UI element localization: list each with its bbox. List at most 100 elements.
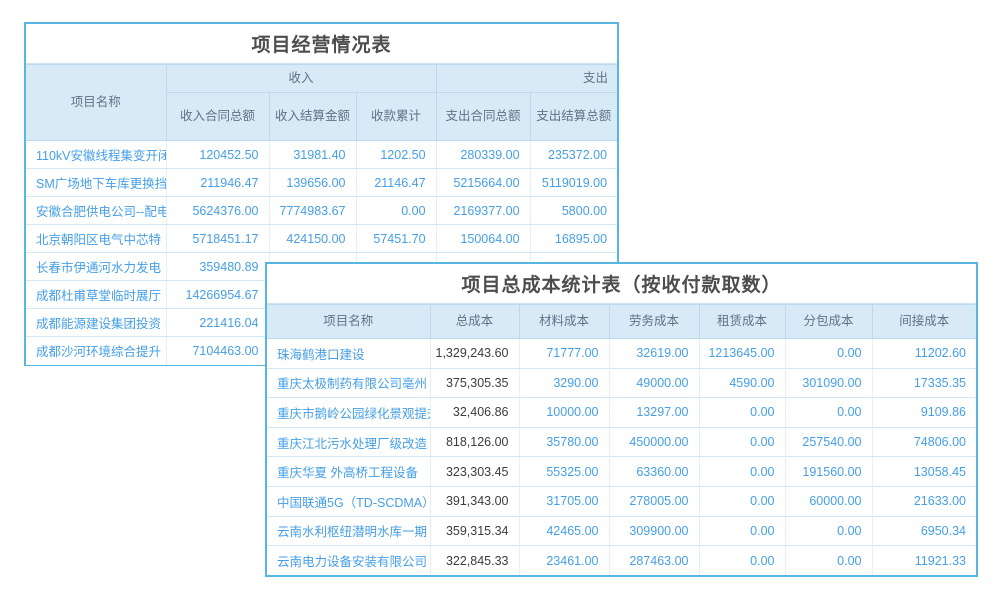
value-cell: 9109.86	[872, 398, 976, 428]
value-cell: 150064.00	[436, 225, 530, 253]
cost-report-panel: 项目总成本统计表（按收付款取数） 项目名称 总成本 材料成本 劳务成本 租赁成本…	[265, 262, 978, 577]
value-cell: 5718451.17	[166, 225, 269, 253]
value-cell: 280339.00	[436, 141, 530, 169]
value-cell: 375,305.35	[430, 368, 519, 398]
value-cell: 0.00	[356, 197, 436, 225]
column-header-labor-cost: 劳务成本	[609, 305, 699, 339]
table-row[interactable]: 云南电力设备安装有限公司322,845.3323461.00287463.000…	[267, 546, 976, 576]
column-group-income: 收入	[166, 65, 436, 93]
value-cell: 0.00	[785, 398, 872, 428]
value-cell: 71777.00	[519, 339, 609, 369]
value-cell: 10000.00	[519, 398, 609, 428]
project-name-cell: 北京朝阳区电气中芯特	[26, 225, 166, 253]
project-name-cell: 110kV安徽线程集变开闭	[26, 141, 166, 169]
table-row[interactable]: 云南水利枢纽潜明水库一期359,315.3442465.00309900.000…	[267, 516, 976, 546]
project-name-cell: 成都沙河环境综合提升	[26, 337, 166, 365]
value-cell: 0.00	[699, 398, 785, 428]
value-cell: 1202.50	[356, 141, 436, 169]
value-cell: 11921.33	[872, 546, 976, 576]
table-row[interactable]: 中国联通5G（TD-SCDMA）391,343.0031705.00278005…	[267, 486, 976, 516]
value-cell: 32619.00	[609, 339, 699, 369]
value-cell: 309900.00	[609, 516, 699, 546]
value-cell: 7774983.67	[269, 197, 356, 225]
value-cell: 42465.00	[519, 516, 609, 546]
table-row[interactable]: 重庆江北污水处理厂级改造818,126.0035780.00450000.000…	[267, 427, 976, 457]
value-cell: 359480.89	[166, 253, 269, 281]
value-cell: 0.00	[785, 516, 872, 546]
value-cell: 3290.00	[519, 368, 609, 398]
project-name-cell: 珠海鹤港口建设	[267, 339, 430, 369]
value-cell: 17335.35	[872, 368, 976, 398]
report-canvas: 项目经营情况表 项目名称 收入 支出 收入合同总额 收入结算金额 收款累计 支出…	[0, 0, 1000, 600]
value-cell: 5215664.00	[436, 169, 530, 197]
project-name-cell: 成都杜甫草堂临时展厅	[26, 281, 166, 309]
value-cell: 63360.00	[609, 457, 699, 487]
column-header-indirect-cost: 间接成本	[872, 305, 976, 339]
table-row[interactable]: 重庆太极制药有限公司亳州375,305.353290.0049000.00459…	[267, 368, 976, 398]
table-row[interactable]: 北京朝阳区电气中芯特5718451.17424150.0057451.70150…	[26, 225, 617, 253]
value-cell: 278005.00	[609, 486, 699, 516]
value-cell: 424150.00	[269, 225, 356, 253]
value-cell: 221416.04	[166, 309, 269, 337]
column-header-subcontract-cost: 分包成本	[785, 305, 872, 339]
value-cell: 0.00	[699, 516, 785, 546]
project-name-cell: SM广场地下车库更换挡	[26, 169, 166, 197]
project-name-cell: 安徽合肥供电公司--配电	[26, 197, 166, 225]
value-cell: 13297.00	[609, 398, 699, 428]
value-cell: 21146.47	[356, 169, 436, 197]
value-cell: 359,315.34	[430, 516, 519, 546]
value-cell: 13058.45	[872, 457, 976, 487]
column-header-total-cost: 总成本	[430, 305, 519, 339]
column-header-expense-contract-total: 支出合同总额	[436, 93, 530, 141]
value-cell: 323,303.45	[430, 457, 519, 487]
value-cell: 57451.70	[356, 225, 436, 253]
value-cell: 0.00	[699, 546, 785, 576]
value-cell: 301090.00	[785, 368, 872, 398]
value-cell: 450000.00	[609, 427, 699, 457]
cost-table-header: 项目名称 总成本 材料成本 劳务成本 租赁成本 分包成本 间接成本	[267, 305, 976, 339]
value-cell: 6950.34	[872, 516, 976, 546]
column-header-project-name: 项目名称	[26, 65, 166, 141]
value-cell: 4590.00	[699, 368, 785, 398]
value-cell: 1,329,243.60	[430, 339, 519, 369]
project-name-cell: 重庆江北污水处理厂级改造	[267, 427, 430, 457]
value-cell: 16895.00	[530, 225, 617, 253]
project-name-cell: 长春市伊通河水力发电	[26, 253, 166, 281]
value-cell: 0.00	[699, 427, 785, 457]
value-cell: 5800.00	[530, 197, 617, 225]
value-cell: 1213645.00	[699, 339, 785, 369]
value-cell: 322,845.33	[430, 546, 519, 576]
table-row[interactable]: 安徽合肥供电公司--配电5624376.007774983.670.002169…	[26, 197, 617, 225]
column-header-expense-settlement-total: 支出结算总额	[530, 93, 617, 141]
table-row[interactable]: 重庆华夏 外高桥工程设备323,303.4555325.0063360.000.…	[267, 457, 976, 487]
value-cell: 5624376.00	[166, 197, 269, 225]
value-cell: 0.00	[785, 339, 872, 369]
column-header-rental-cost: 租赁成本	[699, 305, 785, 339]
value-cell: 49000.00	[609, 368, 699, 398]
value-cell: 191560.00	[785, 457, 872, 487]
project-name-cell: 重庆市鹅岭公园绿化景观提升	[267, 398, 430, 428]
value-cell: 7104463.00	[166, 337, 269, 365]
column-header-material-cost: 材料成本	[519, 305, 609, 339]
value-cell: 120452.50	[166, 141, 269, 169]
project-name-cell: 云南水利枢纽潜明水库一期	[267, 516, 430, 546]
value-cell: 0.00	[785, 546, 872, 576]
table-row[interactable]: 110kV安徽线程集变开闭120452.5031981.401202.50280…	[26, 141, 617, 169]
table-row[interactable]: 珠海鹤港口建设1,329,243.6071777.0032619.0012136…	[267, 339, 976, 369]
value-cell: 0.00	[699, 486, 785, 516]
cost-table-title: 项目总成本统计表（按收付款取数）	[267, 264, 976, 304]
project-name-cell: 中国联通5G（TD-SCDMA）	[267, 486, 430, 516]
value-cell: 211946.47	[166, 169, 269, 197]
value-cell: 257540.00	[785, 427, 872, 457]
value-cell: 21633.00	[872, 486, 976, 516]
column-header-project-name: 项目名称	[267, 305, 430, 339]
value-cell: 60000.00	[785, 486, 872, 516]
project-name-cell: 成都能源建设集团投资	[26, 309, 166, 337]
value-cell: 31705.00	[519, 486, 609, 516]
table-row[interactable]: 重庆市鹅岭公园绿化景观提升32,406.8610000.0013297.000.…	[267, 398, 976, 428]
table-row[interactable]: SM广场地下车库更换挡211946.47139656.0021146.47521…	[26, 169, 617, 197]
value-cell: 235372.00	[530, 141, 617, 169]
column-header-receipts-accumulated: 收款累计	[356, 93, 436, 141]
value-cell: 287463.00	[609, 546, 699, 576]
column-header-income-settlement: 收入结算金额	[269, 93, 356, 141]
